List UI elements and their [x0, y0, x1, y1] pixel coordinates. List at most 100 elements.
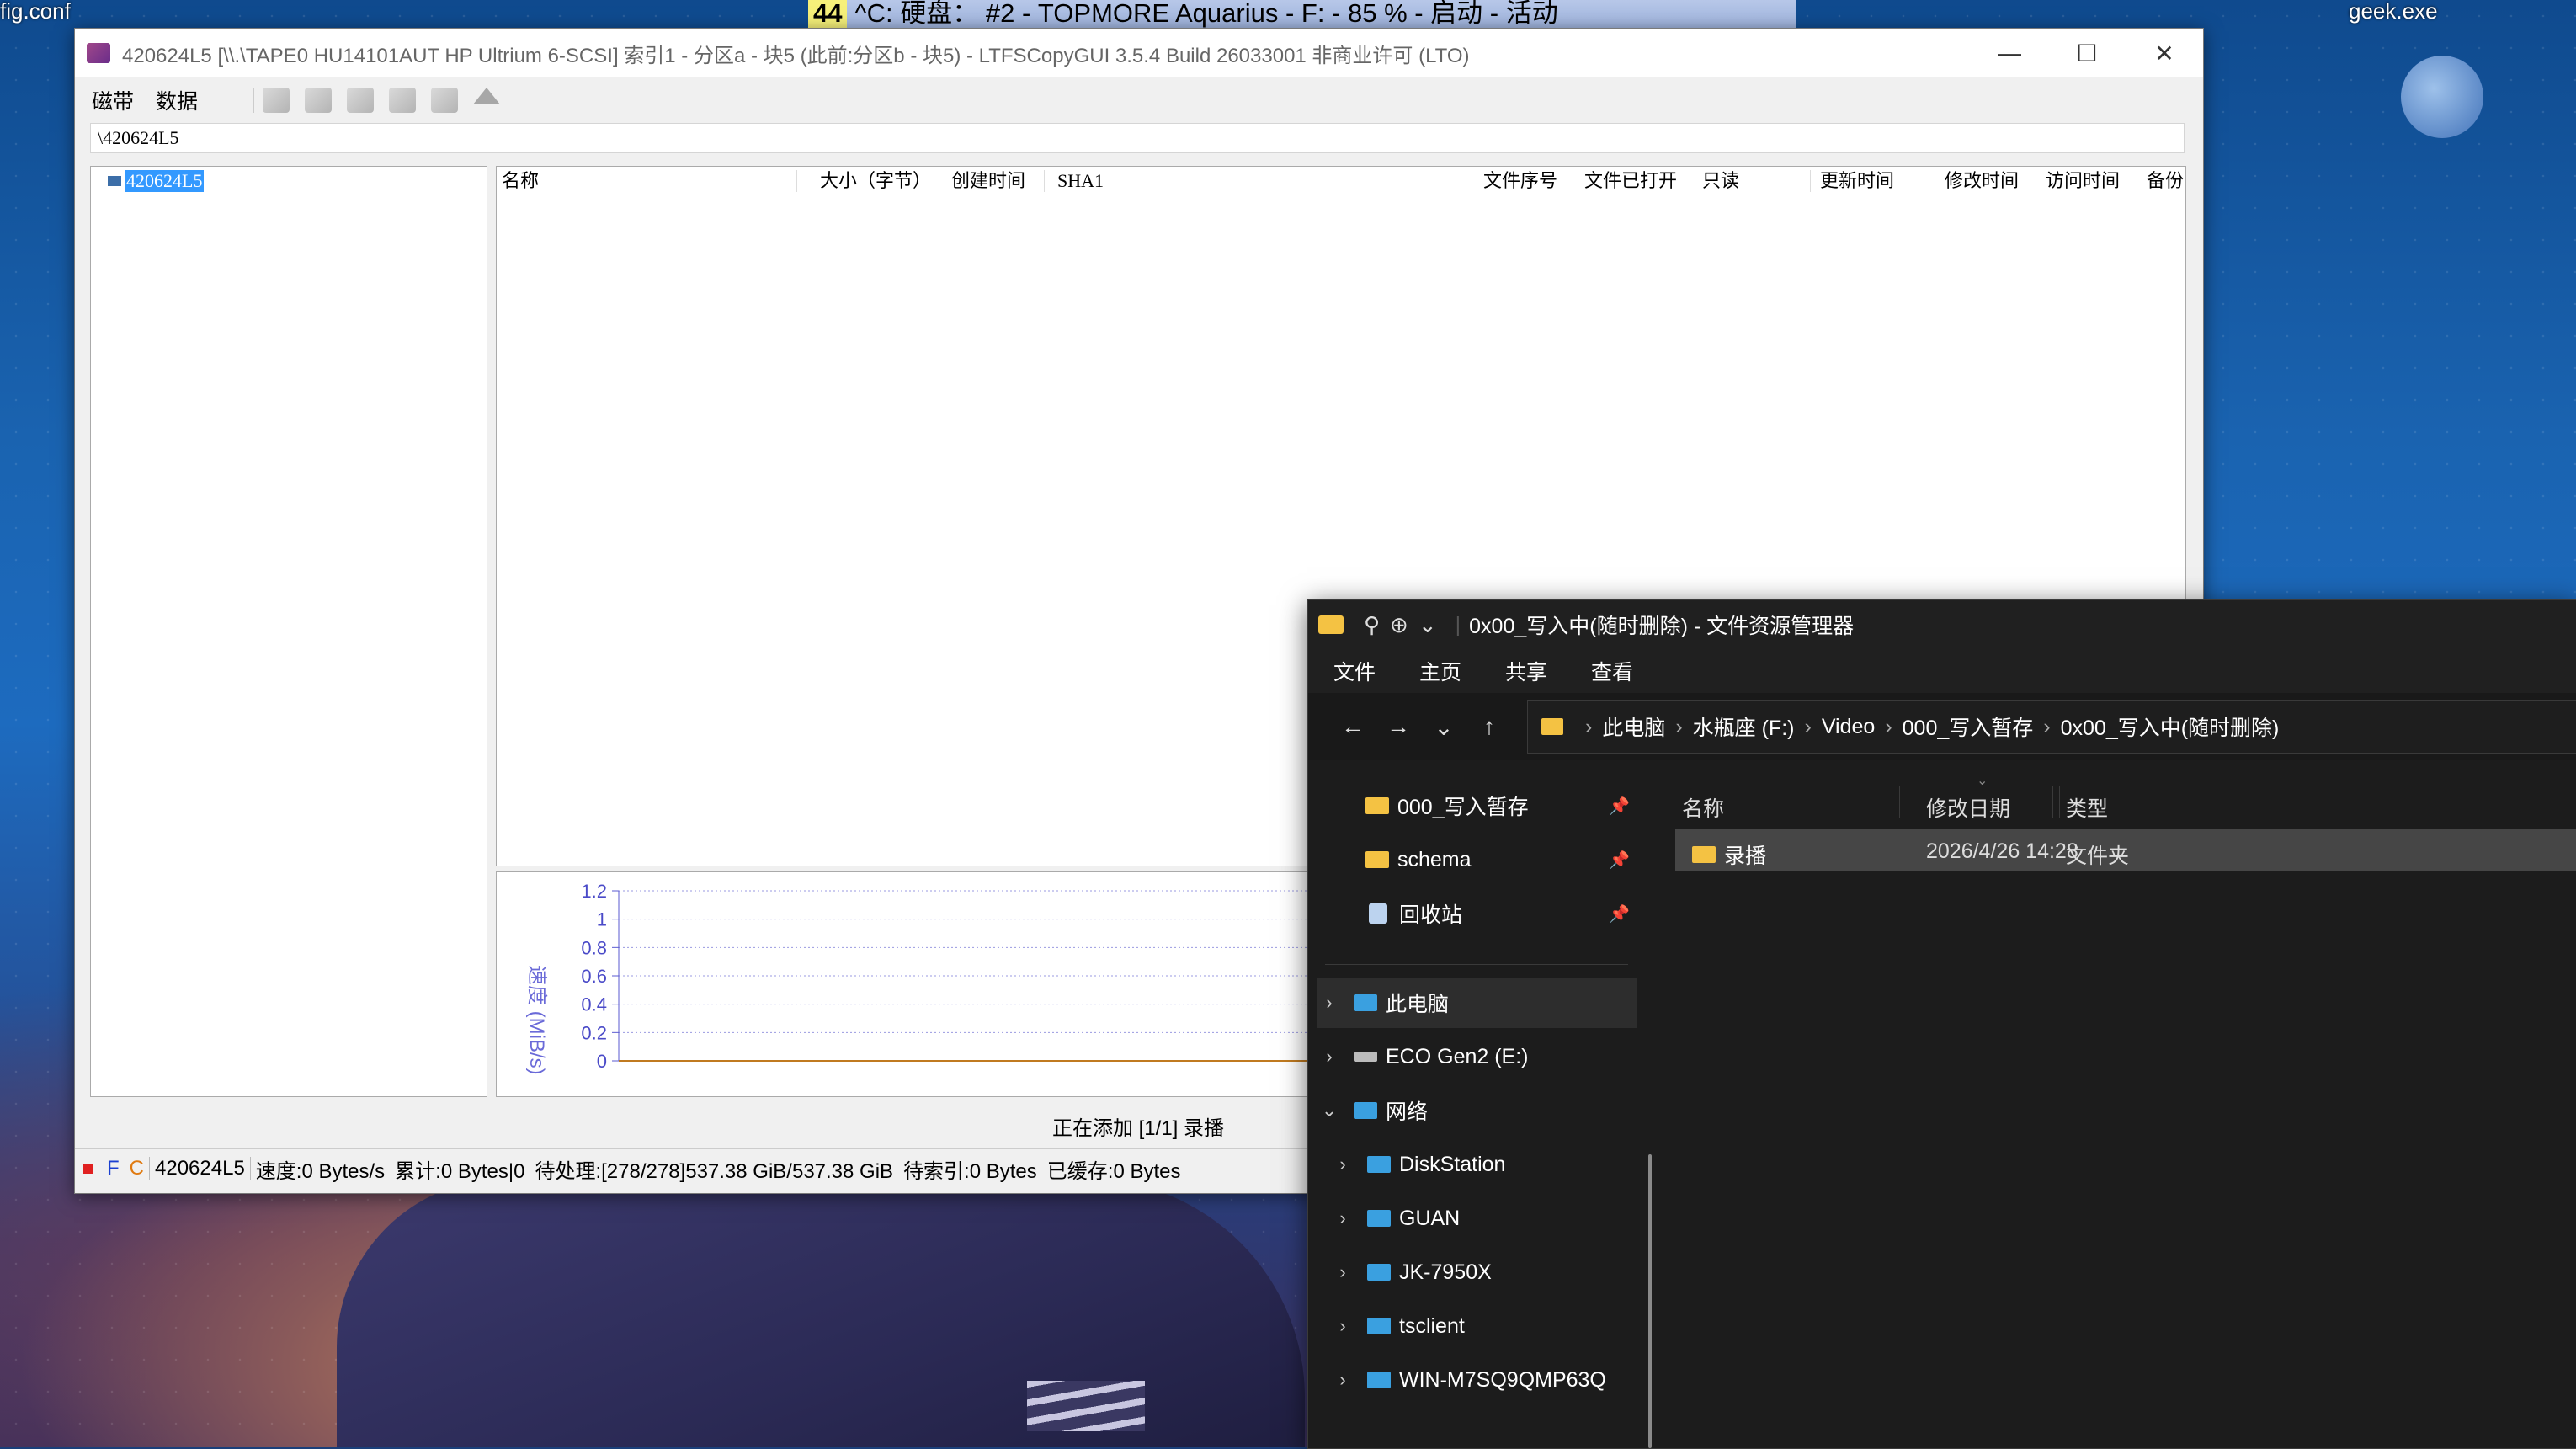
chevron-right-icon[interactable]: › [1675, 715, 1682, 739]
tab-share[interactable]: 共享 [1505, 656, 1547, 686]
quick-item-schema[interactable]: schema 📌 [1365, 834, 1643, 885]
explorer-title: 0x00_写入中(随时删除) - 文件资源管理器 [1469, 615, 1855, 638]
pin-icon: 📌 [1609, 904, 1630, 924]
explorer-title-bar[interactable]: ⚲ ⊕ ⌄ | 0x00_写入中(随时删除) - 文件资源管理器 [1308, 600, 2576, 649]
col-separator[interactable] [1899, 786, 1900, 818]
chevron-right-icon[interactable]: › [1330, 1261, 1355, 1283]
save-icon[interactable] [347, 88, 375, 113]
col-file-number[interactable]: 文件序号 [1483, 167, 1557, 195]
status-f[interactable]: F [102, 1157, 125, 1180]
title-divider: | [1455, 612, 1461, 637]
crumb-current[interactable]: 0x00_写入中(随时删除) [2061, 711, 2280, 742]
tree-label: tsclient [1399, 1313, 1465, 1338]
open-folder-icon[interactable] [263, 88, 290, 113]
col-size[interactable]: 大小（字节） [820, 167, 931, 195]
chevron-right-icon[interactable]: › [1330, 1369, 1355, 1391]
tree-host-item[interactable]: › WIN-M7SQ9QMP63Q [1330, 1355, 1645, 1405]
sort-chevron-icon: ⌄ [1977, 774, 1988, 788]
tree-host-item[interactable]: › JK-7950X [1330, 1247, 1637, 1297]
col-file-open[interactable]: 文件已打开 [1584, 167, 1677, 195]
chevron-right-icon[interactable]: › [2043, 715, 2050, 739]
tree-host-item[interactable]: › tsclient [1330, 1301, 1637, 1351]
disk-status-number: 44 [808, 0, 848, 28]
tree-network[interactable]: ⌄ 网络 [1317, 1085, 1637, 1136]
tab-view[interactable]: 查看 [1591, 656, 1633, 686]
chart-tick-label: 1 [597, 909, 607, 930]
pin-icon: 📌 [1609, 850, 1630, 870]
eject-icon[interactable] [473, 88, 501, 104]
chevron-right-icon[interactable]: › [1330, 1153, 1355, 1175]
quick-item-staging[interactable]: 000_写入暂存 📌 [1365, 780, 1643, 831]
chevron-down-icon[interactable]: ⌄ [1317, 1100, 1342, 1121]
forward-arrow-icon[interactable]: → [1376, 713, 1421, 740]
col-type[interactable]: 类型 [2066, 792, 2108, 823]
col-separator[interactable] [2059, 786, 2060, 818]
breadcrumb[interactable]: › 此电脑 › 水瓶座 (F:) › Video › 000_写入暂存 › 0x… [1527, 700, 2576, 754]
col-updated[interactable]: 更新时间 [1820, 167, 1894, 195]
tree-label: JK-7950X [1399, 1260, 1492, 1284]
col-accessed[interactable]: 访问时间 [2046, 167, 2120, 195]
chart-tick-label: 0.6 [581, 966, 607, 987]
row-name-cell: 录播 [1692, 839, 1766, 870]
recent-chevron-icon[interactable]: ⌄ [1421, 713, 1466, 741]
tree-host-item[interactable]: › GUAN [1330, 1193, 1637, 1244]
col-separator[interactable] [1810, 170, 1811, 192]
col-separator[interactable] [1044, 170, 1045, 192]
nav-scrollbar[interactable] [1648, 1154, 1652, 1448]
crumb-staging[interactable]: 000_写入暂存 [1903, 711, 2034, 742]
col-sha1[interactable]: SHA1 [1057, 167, 1104, 195]
file-list: 名称 修改日期 ⌄ 类型 录播 2026/4/26 14:28 文件夹 [1663, 767, 2576, 1448]
chevron-right-icon[interactable]: › [1885, 715, 1892, 739]
menu-data[interactable]: 数据 [156, 85, 198, 115]
tree-root-node[interactable]: 420624L5 [108, 170, 205, 192]
col-name[interactable]: 名称 [1682, 792, 1724, 823]
ltfs-title-bar[interactable]: 420624L5 [\\.\TAPE0 HU14101AUT HP Ultriu… [75, 29, 2203, 77]
col-name[interactable]: 名称 [502, 167, 539, 195]
document-icon[interactable] [431, 88, 459, 113]
new-folder-icon[interactable]: ⊕ [1390, 612, 1408, 638]
close-icon[interactable]: ✕ [2126, 29, 2203, 77]
tab-file[interactable]: 文件 [1333, 656, 1376, 686]
status-cached: 已缓存:0 Bytes [1046, 1159, 1181, 1183]
stop-indicator-icon[interactable] [83, 1164, 93, 1174]
col-backup[interactable]: 备份 [2147, 167, 2184, 195]
computer-icon [1354, 994, 1377, 1011]
tab-home[interactable]: 主页 [1419, 656, 1461, 686]
folder-icon [1365, 851, 1389, 868]
maximize-icon[interactable]: ☐ [2048, 29, 2126, 77]
menu-tape[interactable]: 磁带 [92, 85, 134, 115]
tree-eco-drive[interactable]: › ECO Gen2 (E:) [1317, 1031, 1637, 1082]
col-modified[interactable]: 修改时间 [1945, 167, 2019, 195]
chevron-down-icon[interactable]: ⌄ [1418, 612, 1437, 638]
folder-icon [1318, 615, 1344, 634]
chevron-right-icon[interactable]: › [1317, 992, 1342, 1014]
crumb-this-pc[interactable]: 此电脑 [1602, 711, 1665, 742]
col-readonly[interactable]: 只读 [1702, 167, 1739, 195]
chevron-right-icon[interactable]: › [1585, 715, 1592, 739]
up-arrow-icon[interactable]: ↑ [1466, 713, 1512, 740]
desktop-right-label[interactable]: geek.exe [2349, 0, 2438, 24]
col-modified[interactable]: 修改日期 [1926, 792, 2010, 823]
tree-this-pc[interactable]: › 此电脑 [1317, 978, 1637, 1028]
refresh-icon[interactable] [305, 88, 333, 113]
chevron-right-icon[interactable]: › [1330, 1315, 1355, 1337]
chevron-right-icon[interactable]: › [1317, 1046, 1342, 1068]
ltfs-toolbar [253, 88, 501, 113]
back-arrow-icon[interactable]: ← [1330, 713, 1376, 740]
status-c[interactable]: C [125, 1157, 151, 1180]
crumb-video[interactable]: Video [1822, 715, 1876, 739]
crumb-drive-f[interactable]: 水瓶座 (F:) [1693, 711, 1795, 742]
col-created[interactable]: 创建时间 [951, 167, 1025, 195]
minimize-icon[interactable]: — [1971, 29, 2048, 77]
properties-icon[interactable]: ⚲ [1364, 612, 1380, 638]
copy-icon[interactable] [389, 88, 417, 113]
chevron-right-icon[interactable]: › [1805, 715, 1812, 739]
desktop-left-label[interactable]: fig.conf [0, 0, 71, 24]
col-separator[interactable] [2052, 786, 2053, 818]
path-field[interactable]: \420624L5 [90, 123, 2185, 153]
quick-item-recycle[interactable]: 回收站 📌 [1369, 888, 1643, 939]
nav-divider [1325, 964, 1628, 965]
col-separator[interactable] [796, 170, 797, 192]
chevron-right-icon[interactable]: › [1330, 1207, 1355, 1229]
tree-host-item[interactable]: › DiskStation [1330, 1139, 1637, 1190]
